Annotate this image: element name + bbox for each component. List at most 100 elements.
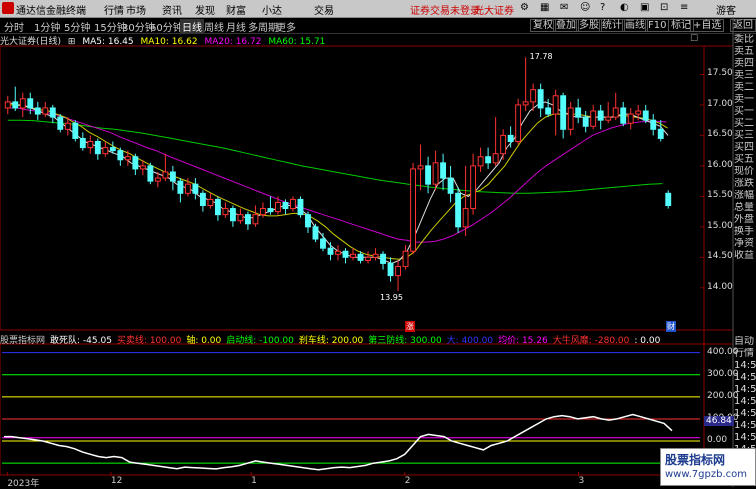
candle-body-73 (552, 95, 559, 115)
price-tick-label-6: 14.50 (707, 251, 733, 262)
candle-body-42 (320, 238, 326, 249)
candle-body-81 (612, 107, 619, 118)
candle-body-34 (260, 208, 266, 216)
candle-body-59 (447, 177, 454, 194)
indicator-item-0: 股票指标网 (0, 336, 46, 346)
candle-body-8 (64, 122, 71, 130)
candle-body-21 (162, 171, 169, 179)
quote-field-4: 卖二 (734, 82, 754, 93)
candle-body-2 (19, 98, 26, 109)
candle-body-16 (124, 156, 131, 161)
quote-field-17: 净资 (734, 238, 754, 249)
candle-body-43 (327, 247, 334, 255)
candle-body-26 (199, 192, 206, 207)
candle-body-57 (432, 162, 439, 185)
candle-body-33 (252, 214, 259, 225)
candle-body-79 (597, 110, 604, 121)
indicator-lines (2, 352, 700, 471)
indicator-item-5: 刹车线: 200.00 (298, 336, 364, 346)
candle-body-15 (117, 150, 124, 161)
candle-body-80 (605, 116, 612, 121)
candle-body-18 (139, 165, 146, 170)
quote-field-15: 外盘 (734, 214, 754, 225)
candle-body-45 (342, 250, 349, 258)
quote-side-panel: 委比 卖五 卖四 卖三 卖二 卖一 买一 买二 买三 买四 买五 现价 涨跌 涨幅 总量 外盘 换手 净资 收益 (734, 34, 756, 262)
quote-field-3: 卖三 (734, 70, 754, 81)
quote-field-11: 现价 (734, 166, 754, 177)
x-axis-label-1: 12 (110, 476, 123, 486)
x-axis-label-3: 2 (404, 476, 411, 486)
price-tick-label-3: 16.00 (707, 159, 733, 170)
candle-body-4 (34, 107, 41, 115)
high-label: 17.78 (529, 52, 553, 62)
indicator-item-2: 买卖线: 100.00 (116, 336, 182, 346)
candle-body-0 (4, 101, 11, 109)
tick-row-3: 14:5 (734, 372, 756, 383)
candle-body-71 (537, 89, 544, 109)
candle-body-66 (500, 134, 507, 155)
price-panel-frame (0, 45, 734, 331)
candle-body-28 (214, 198, 221, 216)
indicator-tick-label-4: 0.00 (707, 435, 728, 446)
price-tick-label-1: 17.00 (707, 98, 733, 109)
candle-body-44 (335, 250, 341, 255)
candle-body-61 (462, 208, 469, 228)
candle-body-5 (42, 107, 49, 115)
quote-field-10: 买五 (734, 154, 754, 165)
candle-body-12 (94, 140, 101, 155)
quote-field-1: 卖五 (734, 46, 754, 57)
quote-field-13: 涨幅 (734, 190, 754, 201)
indicator-panel-frame (0, 343, 734, 476)
candle-body-38 (290, 198, 296, 210)
candle-body-49 (372, 253, 379, 258)
quote-field-7: 买二 (734, 118, 754, 129)
candle-body-17 (132, 156, 139, 170)
x-axis-label-2: 1 (251, 476, 257, 486)
candle-body-51 (387, 262, 394, 277)
tick-row-5: 14:5 (734, 396, 756, 407)
candle-body-60 (455, 192, 462, 228)
candle-body-68 (515, 104, 522, 142)
candle-body-47 (357, 253, 364, 261)
candle-body-55 (417, 165, 424, 170)
candle-body-30 (229, 208, 236, 222)
candle-body-50 (380, 253, 386, 264)
candle-body-65 (492, 153, 499, 164)
candle-body-29 (222, 208, 229, 216)
candle-body-83 (627, 113, 634, 124)
candle-body-10 (79, 137, 86, 149)
price-tick-label-2: 16.50 (707, 129, 733, 140)
candle-body-64 (485, 156, 492, 164)
candle-body-24 (184, 183, 191, 194)
price-tick-label-7: 14.00 (707, 281, 733, 292)
tick-row-4: 14:5 (734, 384, 756, 395)
candle-body-72 (545, 107, 552, 115)
candle-body-20 (154, 177, 161, 182)
candle-body-88 (665, 192, 672, 207)
cai-badge: 财 (666, 321, 676, 332)
candle-body-48 (365, 256, 371, 261)
candle-body-63 (477, 156, 484, 167)
low-label: 13.95 (380, 292, 403, 302)
candles (4, 57, 672, 291)
candle-body-82 (620, 107, 627, 124)
candle-body-74 (560, 95, 567, 130)
candle-body-6 (49, 107, 56, 118)
candle-body-40 (305, 214, 311, 228)
candle-body-1 (12, 101, 19, 109)
watermark-url: www.7gpzb.com (665, 469, 747, 480)
candle-body-41 (312, 226, 319, 240)
candle-body-31 (237, 214, 244, 222)
tick-row-1: 行情 (734, 348, 754, 359)
candle-body-25 (192, 183, 199, 194)
price-tick-label-0: 17.50 (707, 68, 733, 79)
x-axis-label-4: 3 (578, 476, 585, 486)
candle-body-23 (177, 180, 184, 194)
quote-field-6: 买一 (734, 106, 754, 117)
indicator-item-3: 轴: 0.00 (186, 336, 222, 346)
candle-body-67 (507, 134, 514, 142)
candle-body-39 (297, 198, 304, 216)
tick-row-0: 自动 (734, 336, 754, 347)
tick-row-2: 14:5 (734, 360, 756, 371)
quote-field-12: 涨跌 (734, 178, 754, 189)
